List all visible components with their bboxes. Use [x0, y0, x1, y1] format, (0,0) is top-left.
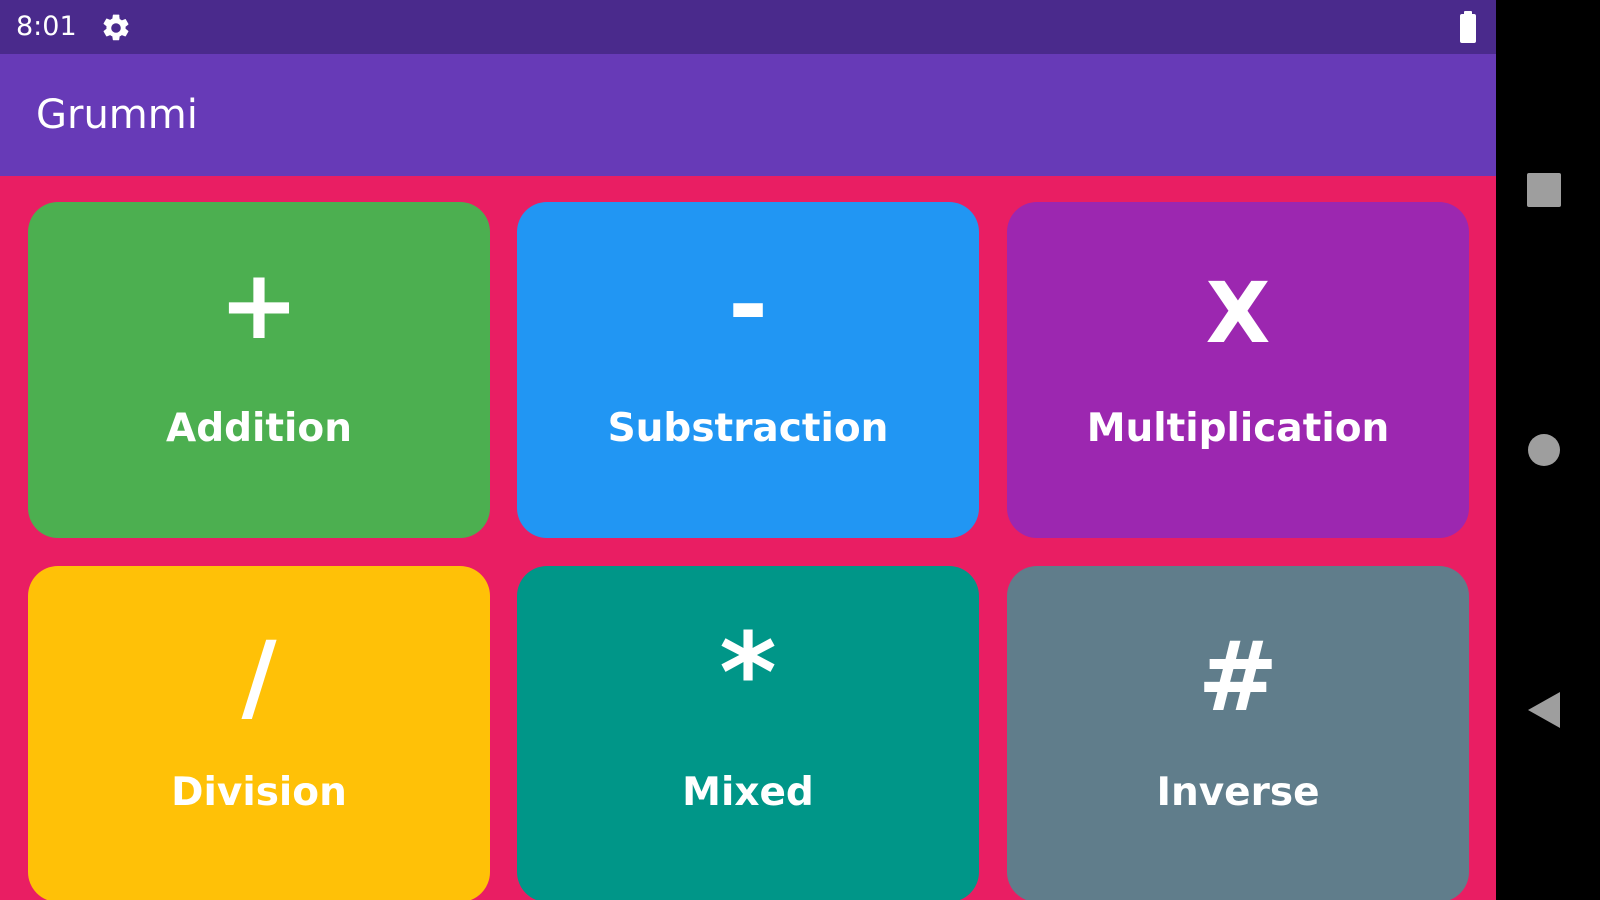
gear-icon — [103, 14, 129, 41]
square-icon[interactable] — [1526, 172, 1562, 208]
hash-icon: # — [1197, 621, 1279, 733]
division-button[interactable]: / Division — [28, 566, 490, 900]
multiplication-label: Multiplication — [1086, 406, 1390, 451]
status-time: 8:01 — [16, 11, 77, 42]
asterisk-icon: * — [719, 609, 777, 737]
addition-label: Addition — [166, 406, 352, 451]
addition-button[interactable]: + Addition — [28, 202, 490, 538]
multiply-icon: X — [1205, 264, 1271, 362]
subtraction-button[interactable]: - Substraction — [517, 202, 979, 538]
subtraction-label: Substraction — [607, 406, 889, 451]
circle-icon[interactable] — [1526, 432, 1562, 468]
app-title: Grummi — [36, 92, 198, 138]
multiplication-button[interactable]: X Multiplication — [1007, 202, 1469, 538]
inverse-button[interactable]: # Inverse — [1007, 566, 1469, 900]
mixed-button[interactable]: * Mixed — [517, 566, 979, 900]
divide-icon: / — [241, 621, 277, 733]
battery-icon — [1460, 11, 1476, 43]
plus-icon: + — [218, 249, 300, 361]
navigation-bar — [1496, 0, 1600, 900]
app-bar: Grummi — [0, 54, 1496, 176]
minus-icon: - — [728, 249, 768, 361]
inverse-label: Inverse — [1156, 770, 1320, 815]
mixed-label: Mixed — [682, 770, 814, 815]
app-screen: 8:01 Grummi + Addition - Substraction X … — [0, 0, 1496, 900]
status-bar: 8:01 — [0, 0, 1496, 54]
division-label: Division — [171, 770, 347, 815]
triangle-back-icon[interactable] — [1526, 690, 1562, 730]
